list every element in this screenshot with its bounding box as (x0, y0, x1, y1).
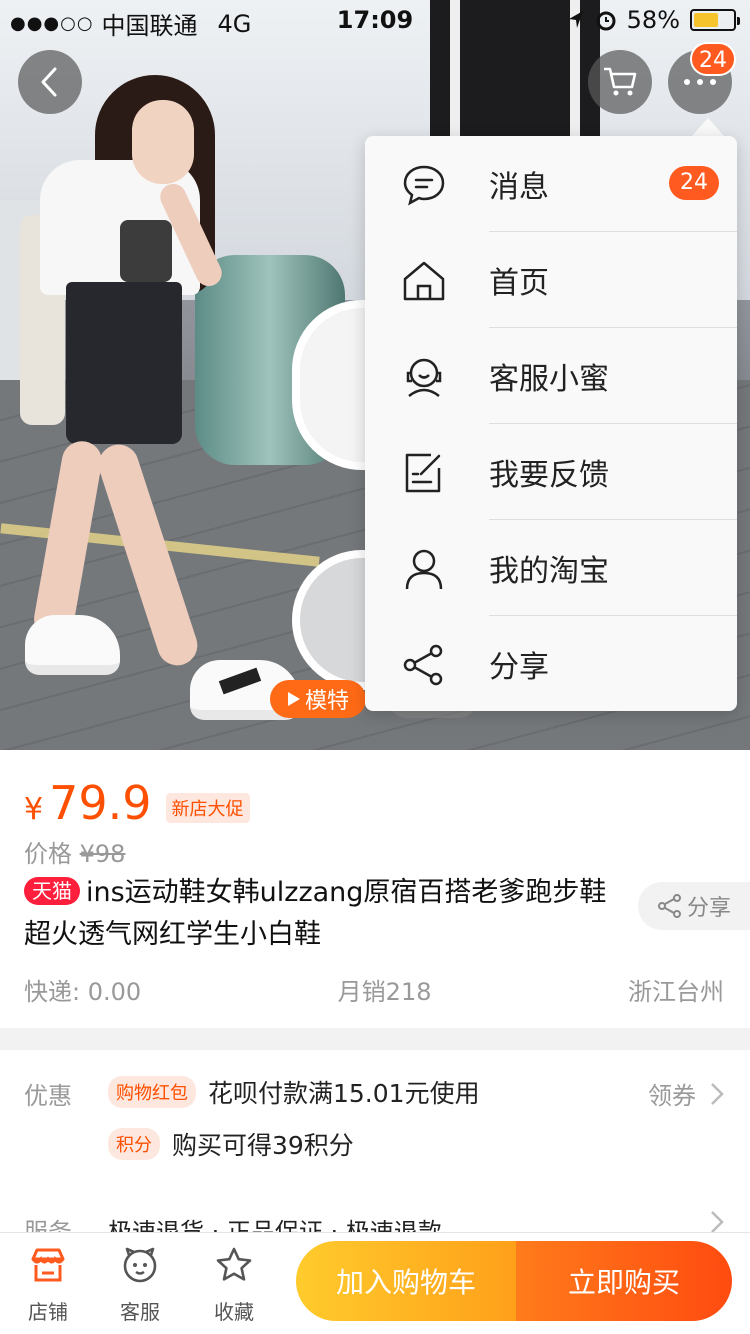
product-title-text: ins运动鞋女韩ulzzang原宿百搭老爹跑步鞋超火透气网红学生小白鞋 (24, 877, 607, 950)
battery-percent: 58% (626, 6, 680, 34)
shop-icon (31, 1248, 65, 1282)
menu-item-label: 消息 (489, 170, 549, 205)
play-icon (287, 692, 300, 706)
points-text: 购买可得39积分 (172, 1131, 354, 1160)
image-model-face (132, 100, 194, 184)
favorite-label: 收藏 (214, 1300, 254, 1324)
red-packet-text: 花呗付款满15.01元使用 (208, 1079, 480, 1108)
alarm-icon (596, 11, 616, 31)
menu-arrow (692, 118, 724, 136)
service-button[interactable]: 客服 (100, 1245, 180, 1325)
model-tag-label: 模特 (304, 689, 349, 714)
back-button[interactable] (18, 50, 82, 114)
battery-icon (690, 9, 740, 31)
shop-button[interactable]: 店铺 (8, 1245, 88, 1325)
red-packet-row: 购物红包 花呗付款满15.01元使用 (108, 1074, 480, 1110)
image-model-skirt (66, 282, 182, 444)
shipping-fee: 快递: 0.00 (24, 978, 142, 1006)
model-video-tag[interactable]: 模特 (270, 680, 366, 718)
currency-symbol: ¥ (24, 792, 44, 827)
menu-item-share[interactable]: 分享 (365, 616, 737, 712)
chevron-left-icon (41, 67, 57, 97)
price: 79.9 (49, 776, 152, 830)
message-count-badge: 24 (690, 42, 736, 76)
menu-item-label: 客服小蜜 (489, 362, 609, 397)
price-row: ¥ 79.9 新店大促 (24, 776, 250, 830)
service-label: 客服 (120, 1300, 160, 1324)
customer-service-icon (406, 358, 442, 398)
message-icon (403, 165, 445, 206)
points-tag: 积分 (108, 1128, 160, 1160)
feedback-icon (405, 453, 441, 493)
original-price: ¥98 (79, 840, 126, 868)
menu-item-feedback[interactable]: 我要反馈 (365, 424, 737, 520)
customer-service-icon (123, 1247, 157, 1283)
add-to-cart-button[interactable]: 加入购物车 (296, 1241, 516, 1321)
original-price-label: 价格 (24, 840, 72, 868)
status-bar: ●●●○○ 中国联通 4G 17:09 58% (0, 0, 750, 40)
product-info: ¥ 79.9 新店大促 价格 ¥98 天猫 ins运动鞋女韩ulzzang原宿百搭… (0, 750, 750, 1028)
favorite-button[interactable]: 收藏 (194, 1245, 274, 1325)
cart-icon (604, 67, 637, 96)
share-icon (403, 644, 443, 686)
monthly-sales: 月销218 (337, 978, 432, 1006)
bottom-action-bar: 店铺 客服 收藏 加入购物车 立即购买 (0, 1232, 750, 1334)
messages-badge: 24 (669, 166, 719, 200)
coupon-label: 领券 (648, 1082, 696, 1110)
promotions-section[interactable]: 优惠 购物红包 花呗付款满15.01元使用 领券 积分 购买可得39积分 服务 … (0, 1050, 750, 1250)
share-button[interactable]: 分享 (638, 882, 750, 930)
home-icon (403, 261, 445, 301)
chevron-right-icon (711, 1082, 724, 1105)
image-model-print (120, 220, 172, 282)
original-price-row: 价格 ¥98 (24, 834, 125, 869)
tmall-badge: 天猫 (24, 877, 80, 905)
cart-button[interactable] (588, 50, 652, 114)
promo-label: 优惠 (24, 1082, 72, 1110)
menu-item-home[interactable]: 首页 (365, 232, 737, 328)
menu-item-label: 我的淘宝 (489, 554, 609, 589)
promo-tag: 新店大促 (165, 793, 250, 823)
buy-now-button[interactable]: 立即购买 (516, 1241, 732, 1321)
user-icon (405, 549, 443, 590)
get-coupon-button[interactable]: 领券 (648, 1076, 724, 1111)
menu-item-label: 分享 (489, 650, 549, 685)
product-meta: 快递: 0.00 月销218 浙江台州 (24, 972, 724, 1007)
menu-item-my-taobao[interactable]: 我的淘宝 (365, 520, 737, 616)
ship-from-location: 浙江台州 (628, 978, 724, 1006)
star-icon (216, 1247, 252, 1281)
share-icon (657, 894, 681, 918)
chevron-right-icon[interactable] (710, 1210, 724, 1234)
image-model-shoe (25, 615, 120, 675)
share-label: 分享 (686, 896, 731, 921)
menu-item-messages[interactable]: 消息 24 (365, 136, 737, 232)
shop-label: 店铺 (28, 1300, 68, 1324)
product-title: 天猫 ins运动鞋女韩ulzzang原宿百搭老爹跑步鞋超火透气网红学生小白鞋 (24, 872, 624, 956)
menu-item-label: 我要反馈 (489, 458, 609, 493)
menu-item-customer-service[interactable]: 客服小蜜 (365, 328, 737, 424)
location-icon (568, 11, 583, 28)
red-packet-tag: 购物红包 (108, 1076, 196, 1108)
more-menu: 消息 24 首页 客服小蜜 我要反馈 我的淘宝 分享 (365, 136, 737, 711)
points-row: 积分 购买可得39积分 (108, 1126, 354, 1162)
more-dots-icon (684, 79, 716, 85)
menu-item-label: 首页 (489, 266, 549, 301)
